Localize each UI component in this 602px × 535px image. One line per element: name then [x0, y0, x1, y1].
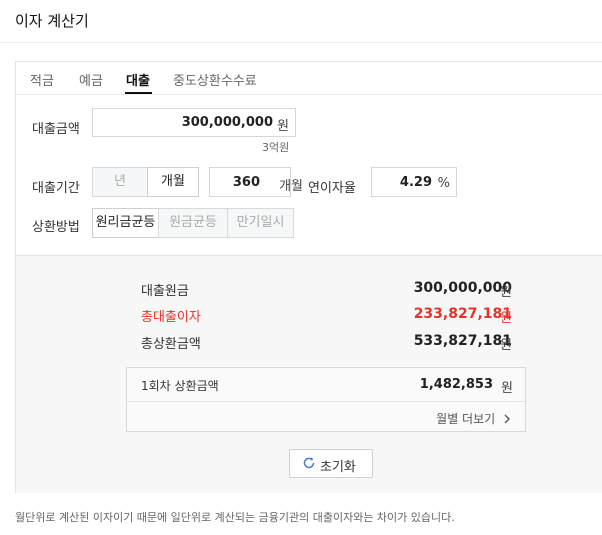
tab-loan[interactable]: 대출 — [126, 70, 150, 89]
reset-label: 초기화 — [320, 460, 356, 475]
loan-amount-unit: 원 — [277, 119, 289, 134]
tab-savings[interactable]: 적금 — [30, 70, 54, 89]
method-bullet[interactable]: 만기일시 — [227, 208, 294, 238]
total-interest-row: 총대출이자 233,827,181 원 — [16, 306, 602, 326]
total-repayment-label: 총상환금액 — [141, 337, 201, 352]
title-divider — [0, 42, 602, 43]
loan-amount-label: 대출금액 — [32, 122, 80, 137]
loan-period-value: 360 — [232, 175, 260, 190]
tab-deposit[interactable]: 예금 — [79, 70, 103, 89]
chevron-right-icon — [504, 414, 510, 424]
first-payment-box: 1회차 상환금액 1,482,853 원 월별 더보기 — [126, 367, 526, 432]
loan-period-input[interactable]: 360 개월 — [209, 167, 303, 197]
period-month-toggle[interactable]: 개월 — [147, 167, 199, 197]
total-interest-unit: 원 — [500, 311, 512, 326]
principal-row: 대출원금 300,000,000 원 — [16, 280, 602, 300]
principal-value: 300,000,000 — [413, 280, 512, 296]
tab-bar: 적금 예금 대출 중도상환수수료 — [16, 62, 602, 95]
monthly-details-link[interactable]: 월별 더보기 — [436, 410, 511, 427]
principal-unit: 원 — [500, 285, 512, 300]
first-payment-unit: 원 — [501, 381, 513, 396]
interest-rate-label: 연이자율 — [308, 181, 356, 196]
loan-period-label: 대출기간 — [32, 181, 80, 196]
results-section: 대출원금 300,000,000 원 총대출이자 233,827,181 원 총… — [16, 255, 602, 493]
method-equal-principal[interactable]: 원금균등 — [158, 208, 228, 238]
total-interest-label: 총대출이자 — [141, 310, 201, 325]
interest-rate-value: 4.29 — [399, 175, 432, 190]
page-title: 이자 계산기 — [15, 12, 89, 30]
method-equal-payment[interactable]: 원리금균등 — [92, 208, 159, 238]
calculator-panel: 적금 예금 대출 중도상환수수료 대출금액 300,000,000 원 3억원 … — [15, 61, 602, 493]
loan-amount-readable: 3억원 — [262, 141, 290, 154]
monthly-details-label: 월별 더보기 — [436, 412, 496, 426]
repayment-method-label: 상환방법 — [32, 220, 80, 235]
refresh-icon — [303, 457, 315, 469]
first-payment-label: 1회차 상환금액 — [141, 379, 219, 393]
loan-amount-input[interactable]: 300,000,000 원 — [92, 108, 296, 137]
total-repayment-value: 533,827,181 — [413, 333, 512, 349]
total-repayment-unit: 원 — [500, 338, 512, 353]
period-year-toggle[interactable]: 년 — [92, 167, 148, 197]
reset-button[interactable]: 초기화 — [289, 449, 373, 478]
loan-amount-value: 300,000,000 — [181, 115, 273, 130]
active-tab-indicator — [125, 92, 152, 94]
payment-divider — [127, 401, 525, 402]
tab-prepayment-fee[interactable]: 중도상환수수료 — [173, 70, 257, 89]
total-repayment-row: 총상환금액 533,827,181 원 — [16, 333, 602, 353]
interest-rate-input[interactable]: 4.29 % — [371, 167, 457, 197]
interest-rate-unit: % — [437, 176, 450, 191]
first-payment-value: 1,482,853 — [419, 377, 493, 392]
footnote: 월단위로 계산된 이자이기 때문에 일단위로 계산되는 금융기관의 대출이자와는… — [15, 511, 455, 524]
loan-period-unit: 개월 — [279, 179, 303, 194]
total-interest-value: 233,827,181 — [413, 306, 512, 322]
principal-label: 대출원금 — [141, 284, 189, 299]
